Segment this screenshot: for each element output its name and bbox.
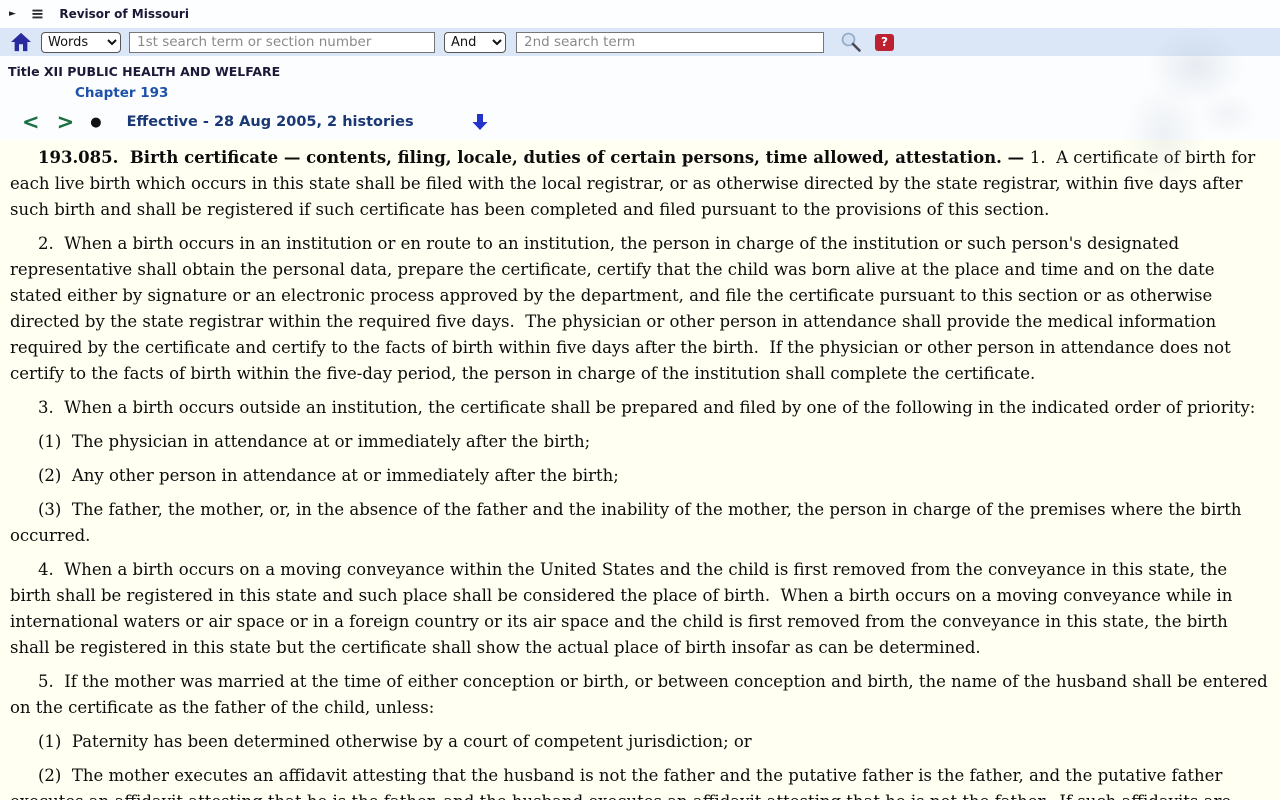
statute-header: Title XII PUBLIC HEALTH AND WELFARE Chap… [0, 0, 1280, 190]
top-bar: ► ≡ Revisor of Missouri [0, 0, 1280, 28]
search-input-2[interactable] [516, 31, 824, 53]
search-input-1[interactable] [129, 31, 435, 53]
help-button[interactable]: ? [875, 33, 894, 51]
hamburger-menu-icon[interactable]: ≡ [31, 6, 44, 22]
statute-paragraph: 193.085. Birth certificate — contents, f… [10, 145, 1270, 223]
chapter-line: Chapter 193 [0, 82, 1280, 104]
site-title: Revisor of Missouri [59, 7, 189, 21]
expand-sidebar-icon[interactable]: ► [9, 9, 16, 19]
statute-paragraph: 3. When a birth occurs outside an instit… [38, 398, 1256, 417]
statute-paragraph: 4. When a birth occurs on a moving conve… [10, 560, 1238, 657]
bullet-separator-icon: ● [90, 114, 102, 130]
statute-paragraph: (3) The father, the mother, or, in the a… [10, 500, 1247, 545]
title-breadcrumb: Title XII PUBLIC HEALTH AND WELFARE [8, 64, 281, 79]
next-section-arrow[interactable]: > [57, 111, 75, 133]
statute-paragraph: (2) Any other person in attendance at or… [38, 466, 619, 485]
home-icon[interactable] [10, 32, 32, 52]
statute-paragraph: (2) The mother executes an affidavit att… [10, 766, 1231, 800]
statute-paragraph: (1) The physician in attendance at or im… [38, 432, 591, 451]
statute-body: 193.085. Birth certificate — contents, f… [0, 140, 1280, 800]
scroll-down-arrow-icon[interactable] [471, 113, 489, 131]
help-label: ? [881, 35, 888, 49]
previous-section-arrow[interactable]: < [22, 111, 40, 133]
search-icon[interactable] [839, 31, 862, 53]
search-operator-select[interactable]: And [444, 31, 506, 53]
search-bar: Words And ? [0, 28, 1280, 56]
statute-paragraph: (1) Paternity has been determined otherw… [38, 732, 752, 751]
search-mode-select[interactable]: Words [41, 31, 121, 53]
chapter-link[interactable]: Chapter 193 [75, 85, 168, 101]
effective-date-link[interactable]: Effective - 28 Aug 2005, 2 histories [127, 114, 414, 130]
section-nav-row: < > ● Effective - 28 Aug 2005, 2 histori… [0, 104, 1280, 140]
section-heading: 193.085. Birth certificate — contents, f… [38, 148, 1030, 167]
statute-paragraph: 5. If the mother was married at the time… [10, 672, 1273, 717]
statute-paragraph: 2. When a birth occurs in an institution… [10, 234, 1236, 383]
